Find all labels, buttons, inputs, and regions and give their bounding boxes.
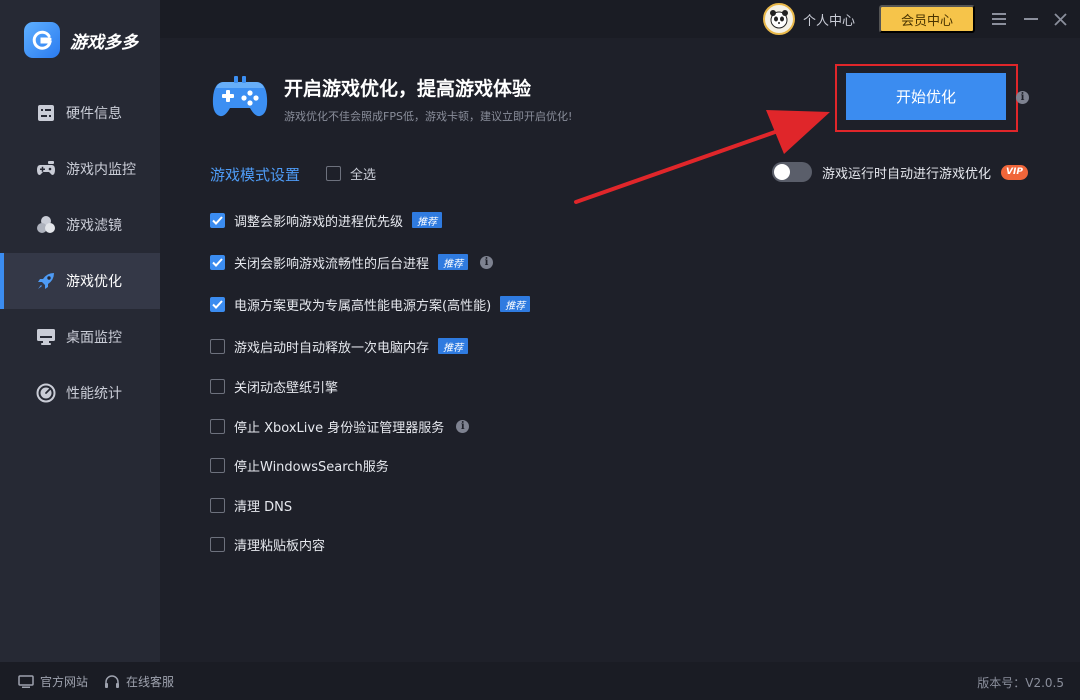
sidebar-item-game-optimize[interactable]: 游戏优化: [0, 253, 160, 309]
option-label: 电源方案更改为专属高性能电源方案(高性能): [234, 298, 492, 314]
mode-settings-title: 游戏模式设置: [210, 166, 301, 184]
official-website-link[interactable]: 官方网站: [18, 673, 88, 690]
checkbox[interactable]: [210, 378, 225, 394]
select-all-label: 全选: [350, 168, 377, 183]
status-bar: 官方网站 在线客服 版本号：V2.0.5: [0, 662, 1080, 700]
version-label: 版本号：V2.0.5: [977, 676, 1064, 690]
gamepad-monitor-icon: [36, 159, 56, 179]
option-row[interactable]: 调整会影响游戏的进程优先级 推荐: [210, 210, 443, 230]
recommend-tag: 推荐: [438, 254, 469, 270]
filter-icon: [36, 215, 56, 235]
option-label: 关闭动态壁纸引擎: [234, 380, 339, 396]
sidebar-item-ingame-monitor[interactable]: 游戏内监控: [0, 141, 160, 197]
sidebar-item-label: 硬件信息: [66, 106, 122, 122]
rocket-icon: [36, 271, 56, 291]
checkbox[interactable]: [210, 457, 225, 473]
checkbox[interactable]: [210, 497, 225, 513]
support-label: 在线客服: [126, 675, 175, 689]
option-row[interactable]: 关闭动态壁纸引擎: [210, 376, 338, 396]
recommend-tag: 推荐: [500, 296, 531, 312]
option-row[interactable]: 游戏启动时自动释放一次电脑内存 推荐: [210, 336, 469, 356]
auto-optimize-label: 游戏运行时自动进行游戏优化: [822, 166, 992, 182]
auto-optimize-row: 游戏运行时自动进行游戏优化 VIP: [772, 162, 1029, 182]
sidebar-item-label: 游戏优化: [66, 274, 122, 290]
option-label: 调整会影响游戏的进程优先级: [234, 214, 404, 230]
user-center-link[interactable]: 个人中心: [803, 10, 855, 29]
recommend-tag: 推荐: [412, 212, 443, 228]
checkbox[interactable]: [210, 418, 225, 434]
option-label: 停止 XboxLive 身份验证管理器服务: [234, 420, 445, 436]
pointer-arrow: [574, 110, 830, 204]
option-label: 游戏启动时自动释放一次电脑内存: [234, 340, 430, 356]
option-row[interactable]: 停止 XboxLive 身份验证管理器服务 i: [210, 416, 470, 436]
checkbox[interactable]: [210, 338, 225, 354]
gauge-icon: [36, 383, 56, 403]
option-label: 清理粘贴板内容: [234, 538, 326, 554]
start-optimize-button[interactable]: 开始优化: [846, 73, 1006, 120]
sidebar-item-performance[interactable]: 性能统计: [0, 365, 160, 421]
main-panel: 开启游戏优化，提高游戏体验 游戏优化不佳会照成FPS低，游戏卡顿，建议立即开启优…: [160, 38, 1080, 662]
info-icon[interactable]: i: [456, 419, 470, 433]
minimize-icon[interactable]: [1020, 8, 1042, 30]
logo-icon: [24, 22, 60, 58]
hardware-icon: [36, 103, 56, 123]
sidebar-item-filter[interactable]: 游戏滤镜: [0, 197, 160, 253]
headset-icon: [104, 674, 120, 690]
online-support-link[interactable]: 在线客服: [104, 673, 174, 690]
app-logo: 游戏多多: [24, 22, 138, 58]
page-title: 开启游戏优化，提高游戏体验: [284, 78, 532, 100]
checkbox[interactable]: [210, 536, 225, 552]
website-label: 官方网站: [40, 675, 89, 689]
title-bar: 个人中心 会员中心: [160, 0, 1080, 38]
info-icon[interactable]: i: [1016, 91, 1029, 104]
sidebar: 游戏多多 硬件信息 游戏内监控 游戏滤镜 游戏优化 桌面监控 性能统计: [0, 0, 160, 662]
app-name: 游戏多多: [70, 32, 138, 53]
avatar[interactable]: [763, 3, 795, 35]
checkbox[interactable]: [326, 166, 341, 181]
select-all-checkbox[interactable]: 全选: [326, 164, 376, 183]
sidebar-item-label: 游戏滤镜: [66, 218, 122, 234]
recommend-tag: 推荐: [438, 338, 469, 354]
option-label: 清理 DNS: [234, 499, 293, 515]
sidebar-item-hardware[interactable]: 硬件信息: [0, 85, 160, 141]
auto-optimize-toggle[interactable]: [772, 162, 812, 182]
option-row[interactable]: 电源方案更改为专属高性能电源方案(高性能) 推荐: [210, 294, 531, 314]
website-icon: [18, 674, 34, 690]
option-row[interactable]: 关闭会影响游戏流畅性的后台进程 推荐 i: [210, 252, 494, 272]
gamepad-icon: [212, 74, 268, 124]
option-row[interactable]: 清理粘贴板内容: [210, 534, 325, 554]
sidebar-nav: 硬件信息 游戏内监控 游戏滤镜 游戏优化 桌面监控 性能统计: [0, 85, 160, 421]
option-row[interactable]: 停止WindowsSearch服务: [210, 455, 389, 475]
checkbox-checked[interactable]: [210, 296, 225, 312]
info-icon[interactable]: i: [480, 255, 494, 269]
vip-center-button[interactable]: 会员中心: [879, 5, 975, 33]
menu-icon[interactable]: [988, 8, 1010, 30]
checkbox-checked[interactable]: [210, 254, 225, 270]
monitor-icon: [36, 327, 56, 347]
sidebar-item-label: 性能统计: [66, 386, 122, 402]
option-label: 关闭会影响游戏流畅性的后台进程: [234, 256, 430, 272]
sidebar-item-label: 桌面监控: [66, 330, 122, 346]
vip-badge: VIP: [1001, 164, 1029, 180]
sidebar-item-desktop-monitor[interactable]: 桌面监控: [0, 309, 160, 365]
checkbox-checked[interactable]: [210, 212, 225, 228]
sidebar-item-label: 游戏内监控: [66, 162, 136, 178]
option-row[interactable]: 清理 DNS: [210, 495, 292, 515]
close-icon[interactable]: [1049, 8, 1071, 30]
option-label: 停止WindowsSearch服务: [234, 459, 389, 475]
page-subtitle: 游戏优化不佳会照成FPS低，游戏卡顿，建议立即开启优化!: [284, 110, 573, 123]
